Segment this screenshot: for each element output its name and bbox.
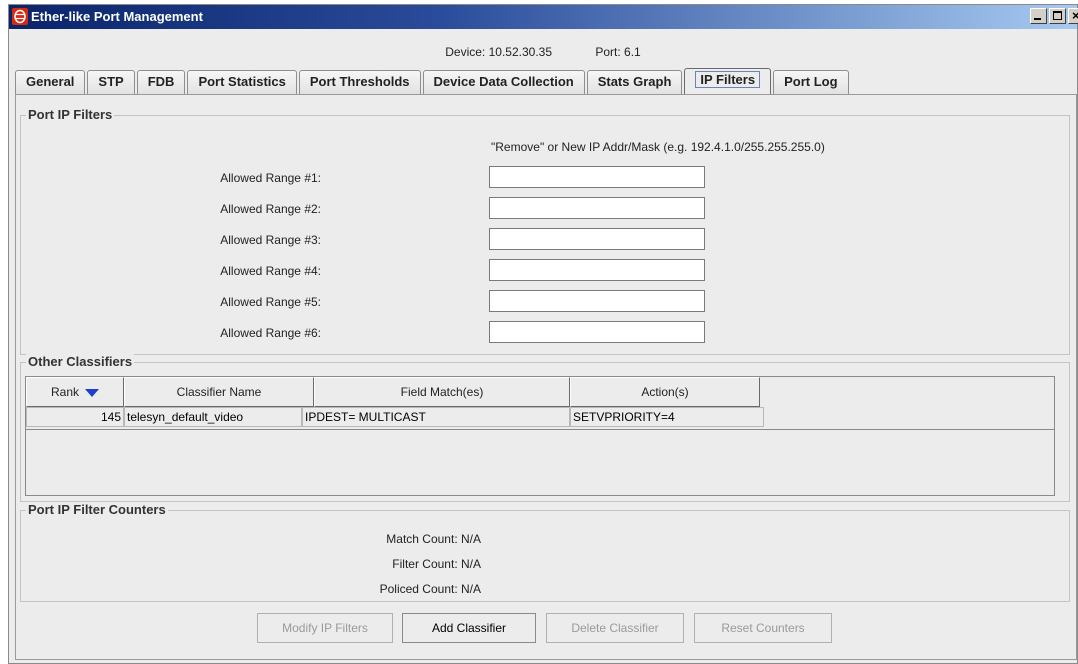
other-classifiers-group: Other Classifiers Rank Classifier Name F… [20, 354, 1070, 502]
sort-descending-icon [85, 388, 99, 397]
app-icon [12, 8, 28, 25]
allowed-range-6-input[interactable] [489, 321, 705, 343]
policed-count-value: N/A [461, 582, 482, 596]
column-header-field-matches[interactable]: Field Match(es) [314, 377, 570, 407]
column-header-rank[interactable]: Rank [26, 377, 124, 407]
column-header-actions[interactable]: Action(s) [570, 377, 760, 407]
tab-label: Stats Graph [597, 74, 672, 89]
group-title: Port IP Filter Counters [26, 502, 168, 517]
range-label: Allowed Range #5: [220, 295, 321, 309]
tab-stp[interactable]: STP [87, 70, 135, 94]
tab-device-data-collection[interactable]: Device Data Collection [422, 70, 585, 94]
minimize-icon [1034, 18, 1041, 20]
allowed-range-2-input[interactable] [489, 197, 705, 219]
window-controls: × [1030, 8, 1078, 24]
cell-rank: 145 [26, 407, 124, 427]
tab-port-thresholds[interactable]: Port Thresholds [298, 70, 421, 94]
policed-count-label: Policed Count: [379, 582, 458, 596]
delete-classifier-button[interactable]: Delete Classifier [546, 613, 684, 643]
range-label: Allowed Range #4: [220, 264, 321, 278]
range-label: Allowed Range #1: [220, 171, 321, 185]
column-label: Classifier Name [176, 385, 262, 399]
policed-count: Policed Count: N/A [21, 582, 501, 596]
device-info: Device: 10.52.30.35 Port: 6.1 [9, 45, 1077, 59]
table-divider [26, 429, 1054, 430]
port-ip-filters-group: Port IP Filters "Remove" or New IP Addr/… [20, 107, 1070, 355]
cell-actions: SETVPRIORITY=4 [570, 407, 764, 427]
modify-ip-filters-button[interactable]: Modify IP Filters [257, 613, 393, 643]
range-label: Allowed Range #2: [220, 202, 321, 216]
group-title: Port IP Filters [26, 107, 115, 122]
allowed-range-4-input[interactable] [489, 259, 705, 281]
filter-count: Filter Count: N/A [21, 557, 501, 571]
column-label: Action(s) [641, 385, 689, 399]
device-label: Device: [445, 45, 486, 59]
filters-hint: "Remove" or New IP Addr/Mask (e.g. 192.4… [491, 140, 825, 154]
match-count-value: N/A [461, 532, 482, 546]
match-count: Match Count: N/A [21, 532, 501, 546]
tab-label: IP Filters [695, 71, 761, 88]
group-title: Other Classifiers [26, 354, 135, 369]
column-label: Rank [50, 385, 79, 399]
minimize-button[interactable] [1030, 8, 1047, 24]
tab-ip-filters[interactable]: IP Filters [684, 68, 772, 94]
column-header-classifier-name[interactable]: Classifier Name [124, 377, 314, 407]
port-label: Port: [595, 45, 621, 59]
tab-label: Device Data Collection [433, 74, 574, 89]
tab-label: General [26, 74, 75, 89]
device-value: 10.52.30.35 [488, 45, 553, 59]
close-icon: × [1072, 8, 1078, 23]
tab-label: Port Log [784, 74, 838, 89]
tab-label: Port Thresholds [309, 74, 410, 89]
column-label: Field Match(es) [400, 385, 484, 399]
tab-fdb[interactable]: FDB [136, 70, 186, 94]
allowed-range-1-input[interactable] [489, 166, 705, 188]
allowed-range-5-input[interactable] [489, 290, 705, 312]
range-label: Allowed Range #3: [220, 233, 321, 247]
tab-general[interactable]: General [15, 70, 86, 94]
classifiers-table[interactable]: Rank Classifier Name Field Match(es) Act… [25, 376, 1055, 496]
range-label: Allowed Range #6: [220, 326, 321, 340]
tab-label: STP [98, 74, 124, 89]
table-row[interactable]: 145 telesyn_default_video IPDEST= MULTIC… [26, 407, 860, 427]
add-classifier-button[interactable]: Add Classifier [402, 613, 536, 643]
port-ip-filter-counters-group: Port IP Filter Counters Match Count: N/A… [20, 502, 1070, 602]
filter-count-value: N/A [461, 557, 482, 571]
window-title: Ether-like Port Management [31, 9, 203, 24]
tab-label: Port Statistics [198, 74, 286, 89]
tab-bar: General STP FDB Port Statistics Port Thr… [15, 68, 851, 94]
tab-stats-graph[interactable]: Stats Graph [586, 70, 683, 94]
tab-label: FDB [147, 74, 175, 89]
port-value: 6.1 [624, 45, 641, 59]
port-management-window: Ether-like Port Management × Device: 10.… [8, 4, 1078, 664]
cell-classifier-name: telesyn_default_video [124, 407, 302, 427]
title-bar[interactable]: Ether-like Port Management × [9, 5, 1078, 29]
maximize-button[interactable] [1049, 8, 1066, 24]
allowed-range-3-input[interactable] [489, 228, 705, 250]
match-count-label: Match Count: [386, 532, 458, 546]
close-button[interactable]: × [1068, 8, 1078, 24]
filter-count-label: Filter Count: [392, 557, 458, 571]
reset-counters-button[interactable]: Reset Counters [694, 613, 832, 643]
tab-port-statistics[interactable]: Port Statistics [187, 70, 297, 94]
ip-filters-panel: Port IP Filters "Remove" or New IP Addr/… [15, 94, 1077, 660]
tab-port-log[interactable]: Port Log [773, 70, 849, 94]
cell-field-matches: IPDEST= MULTICAST [302, 407, 570, 427]
maximize-icon [1053, 11, 1062, 20]
